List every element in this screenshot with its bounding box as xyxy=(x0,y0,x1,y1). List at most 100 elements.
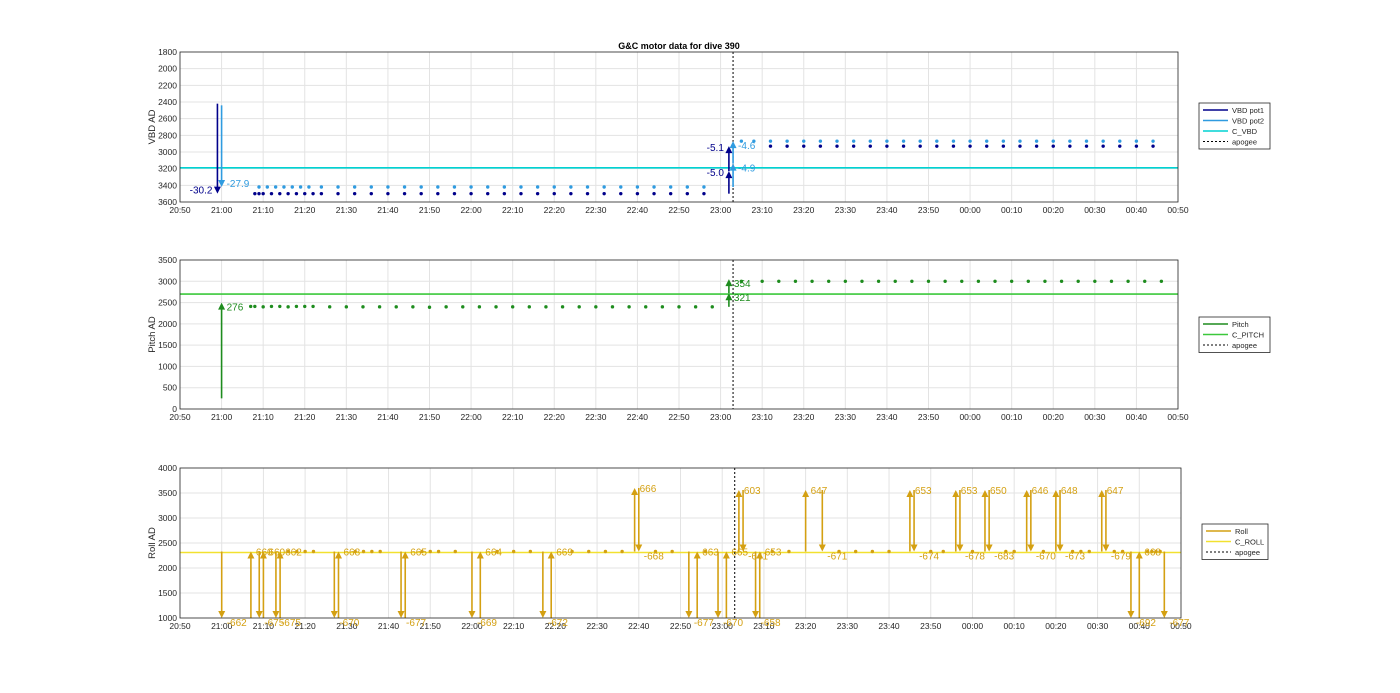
y-tick-label: 1500 xyxy=(158,588,177,598)
data-point xyxy=(951,139,956,143)
data-point xyxy=(827,279,831,283)
legend-label: VBD pot1 xyxy=(1232,106,1264,115)
data-point xyxy=(535,185,540,189)
data-point xyxy=(985,139,989,143)
x-tick-label: 21:40 xyxy=(377,205,399,215)
data-point xyxy=(610,305,615,309)
x-tick-label: 00:50 xyxy=(1167,412,1189,422)
data-point xyxy=(968,139,972,143)
x-tick-label: 22:50 xyxy=(668,205,690,215)
move-label: -670 xyxy=(339,618,359,629)
legend-label: Pitch xyxy=(1232,320,1249,329)
data-point xyxy=(1159,279,1164,283)
x-tick-label: 23:10 xyxy=(752,205,774,215)
data-point xyxy=(419,191,423,196)
x-tick-label: 00:30 xyxy=(1087,621,1109,631)
data-point xyxy=(307,185,311,189)
move-label: 663 xyxy=(702,548,719,559)
data-point xyxy=(402,191,407,196)
move-label: -662 xyxy=(227,618,247,629)
x-tick-label: 21:50 xyxy=(419,205,441,215)
x-tick-label: 23:10 xyxy=(752,412,774,422)
x-tick-label: 23:20 xyxy=(793,412,815,422)
x-tick-label: 21:30 xyxy=(336,412,358,422)
data-point xyxy=(585,185,590,189)
move-label: -677 xyxy=(694,618,714,629)
data-point xyxy=(926,279,931,283)
legend: Pitch C_PITCHapogee xyxy=(1198,316,1271,353)
data-point xyxy=(1084,139,1089,143)
data-point xyxy=(328,305,332,309)
data-point xyxy=(336,185,340,189)
data-point xyxy=(253,191,257,196)
data-point xyxy=(436,549,441,554)
data-point xyxy=(303,191,307,196)
x-tick-label: 21:10 xyxy=(253,205,275,215)
data-point xyxy=(602,191,606,196)
x-tick-label: 00:20 xyxy=(1043,412,1065,422)
data-point xyxy=(486,191,490,196)
move-label: 665 xyxy=(731,548,748,559)
y-axis-label: Pitch AD xyxy=(147,316,158,353)
move-label: -668 xyxy=(644,552,664,563)
x-tick-label: 21:00 xyxy=(211,205,233,215)
y-tick-label: 3500 xyxy=(158,488,177,498)
data-point xyxy=(1101,144,1105,148)
y-tick-label: 3400 xyxy=(158,180,177,190)
x-tick-label: 00:40 xyxy=(1126,205,1148,215)
data-point xyxy=(635,185,640,189)
x-tick-label: 23:30 xyxy=(835,412,857,422)
data-point xyxy=(851,144,856,148)
legend-label: apogee xyxy=(1235,548,1260,557)
data-point xyxy=(1009,279,1014,283)
data-point xyxy=(1134,144,1139,148)
x-tick-label: 23:30 xyxy=(837,621,859,631)
move-label: -672 xyxy=(548,618,568,629)
data-point xyxy=(777,279,781,283)
data-point xyxy=(311,304,315,309)
move-label: 660 xyxy=(268,548,285,559)
data-point xyxy=(1118,139,1122,143)
data-point xyxy=(887,549,891,554)
move-label: -669 xyxy=(477,618,497,629)
data-point xyxy=(361,305,365,309)
data-point xyxy=(652,191,656,196)
move-label: -677 xyxy=(406,618,426,629)
x-tick-label: 22:30 xyxy=(585,412,607,422)
data-point xyxy=(248,304,253,309)
data-point xyxy=(257,191,261,196)
x-tick-label: 22:30 xyxy=(586,621,608,631)
data-point xyxy=(273,185,278,189)
data-point xyxy=(386,185,390,189)
move-label: 603 xyxy=(744,486,761,497)
legend-label: apogee xyxy=(1232,341,1257,350)
x-tick-label: 21:30 xyxy=(336,205,358,215)
data-point xyxy=(1051,139,1055,143)
move-label: 653 xyxy=(765,548,782,559)
data-point xyxy=(685,191,690,196)
data-point xyxy=(294,304,299,309)
data-point xyxy=(802,139,806,143)
data-point xyxy=(519,185,523,189)
move-label: -658 xyxy=(761,618,781,629)
data-point xyxy=(361,549,366,554)
data-point xyxy=(1051,144,1055,148)
x-tick-label: 21:20 xyxy=(294,205,316,215)
move-label: -5.1 xyxy=(707,143,725,154)
data-point xyxy=(968,144,972,148)
data-point xyxy=(257,185,261,189)
data-point xyxy=(369,191,373,196)
figure: 20:50 21:00 21:10 21:20 21:30 21:40 21:50 22:00… xyxy=(147,41,1271,631)
x-tick-label: 23:40 xyxy=(876,412,898,422)
data-point xyxy=(519,191,523,196)
data-point xyxy=(627,305,631,309)
move-label: 650 xyxy=(990,486,1007,497)
data-point xyxy=(802,144,806,148)
move-label: -677 xyxy=(1169,618,1189,629)
data-point xyxy=(677,305,681,309)
x-tick-label: 00:20 xyxy=(1045,621,1067,631)
data-point xyxy=(1059,279,1064,283)
y-tick-label: 2000 xyxy=(158,64,177,74)
data-point xyxy=(835,139,839,143)
move-label: 669 xyxy=(556,548,573,559)
